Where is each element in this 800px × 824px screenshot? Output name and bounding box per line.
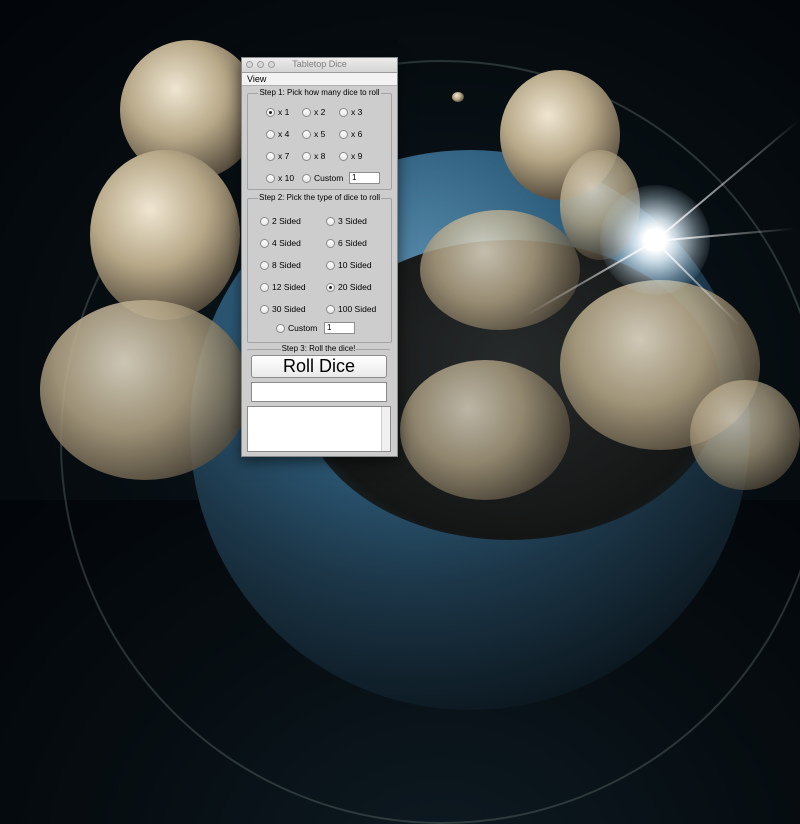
step1-title: Step 1: Pick how many dice to roll (258, 88, 381, 97)
radio-icon[interactable] (260, 260, 269, 270)
result-field[interactable] (251, 382, 387, 402)
vertical-scrollbar[interactable] (381, 407, 390, 451)
dice-count-x5[interactable]: x 5 (302, 129, 325, 139)
dice-count-x8[interactable]: x 8 (302, 151, 325, 161)
dice-type-30[interactable]: 30 Sided (260, 304, 306, 314)
dice-type-100[interactable]: 100 Sided (326, 304, 376, 314)
cloud (400, 360, 570, 500)
dice-type-10[interactable]: 10 Sided (326, 260, 372, 270)
radio-icon[interactable] (326, 260, 335, 270)
dice-count-x7[interactable]: x 7 (266, 151, 289, 161)
dice-count-custom-input[interactable]: 1 (349, 172, 380, 184)
radio-icon[interactable] (326, 216, 335, 226)
radio-icon[interactable] (302, 151, 311, 161)
radio-icon[interactable] (326, 282, 335, 292)
radio-icon[interactable] (339, 129, 348, 139)
dice-count-x6[interactable]: x 6 (339, 129, 362, 139)
radio-icon[interactable] (302, 107, 311, 117)
step2-group: Step 2: Pick the type of dice to roll 2 … (247, 193, 392, 343)
radio-icon[interactable] (326, 238, 335, 248)
dice-type-8[interactable]: 8 Sided (260, 260, 301, 270)
radio-icon[interactable] (266, 173, 275, 183)
radio-icon[interactable] (339, 107, 348, 117)
dice-type-2[interactable]: 2 Sided (260, 216, 301, 226)
dice-count-x4[interactable]: x 4 (266, 129, 289, 139)
step3-title: Step 3: Roll the dice! (280, 344, 357, 353)
dice-type-6[interactable]: 6 Sided (326, 238, 367, 248)
roll-dice-button[interactable]: Roll Dice (251, 355, 387, 378)
radio-icon[interactable] (326, 304, 335, 314)
window-title: Tabletop Dice (292, 59, 347, 69)
step1-group: Step 1: Pick how many dice to roll x 1 x… (247, 88, 392, 190)
dice-count-x1[interactable]: x 1 (266, 107, 289, 117)
radio-icon[interactable] (266, 151, 275, 161)
dice-type-custom-input[interactable]: 1 (324, 322, 355, 334)
cloud (90, 150, 240, 320)
dice-type-4[interactable]: 4 Sided (260, 238, 301, 248)
dice-type-20[interactable]: 20 Sided (326, 282, 372, 292)
step2-title: Step 2: Pick the type of dice to roll (258, 193, 381, 202)
radio-icon[interactable] (260, 216, 269, 226)
dice-type-custom[interactable]: Custom (276, 323, 317, 333)
output-text-area[interactable] (247, 406, 391, 452)
dice-count-x2[interactable]: x 2 (302, 107, 325, 117)
dice-count-x10[interactable]: x 10 (266, 173, 294, 183)
title-bar[interactable]: Tabletop Dice (242, 58, 397, 73)
radio-icon[interactable] (302, 173, 311, 183)
radio-icon[interactable] (260, 238, 269, 248)
radio-icon[interactable] (260, 304, 269, 314)
menu-view[interactable]: View (247, 74, 266, 84)
dice-count-x3[interactable]: x 3 (339, 107, 362, 117)
radio-icon[interactable] (266, 107, 275, 117)
radio-icon[interactable] (276, 323, 285, 333)
cloud (690, 380, 800, 490)
cloud (420, 210, 580, 330)
dice-type-3[interactable]: 3 Sided (326, 216, 367, 226)
dice-type-12[interactable]: 12 Sided (260, 282, 306, 292)
dice-count-x9[interactable]: x 9 (339, 151, 362, 161)
app-window: Tabletop Dice View Step 1: Pick how many… (241, 57, 398, 457)
radio-icon[interactable] (339, 151, 348, 161)
radio-icon[interactable] (266, 129, 275, 139)
dice-count-custom[interactable]: Custom (302, 173, 343, 183)
cloud (40, 300, 250, 480)
menu-bar: View (242, 73, 397, 86)
radio-icon[interactable] (260, 282, 269, 292)
cloud (452, 92, 464, 102)
radio-icon[interactable] (302, 129, 311, 139)
